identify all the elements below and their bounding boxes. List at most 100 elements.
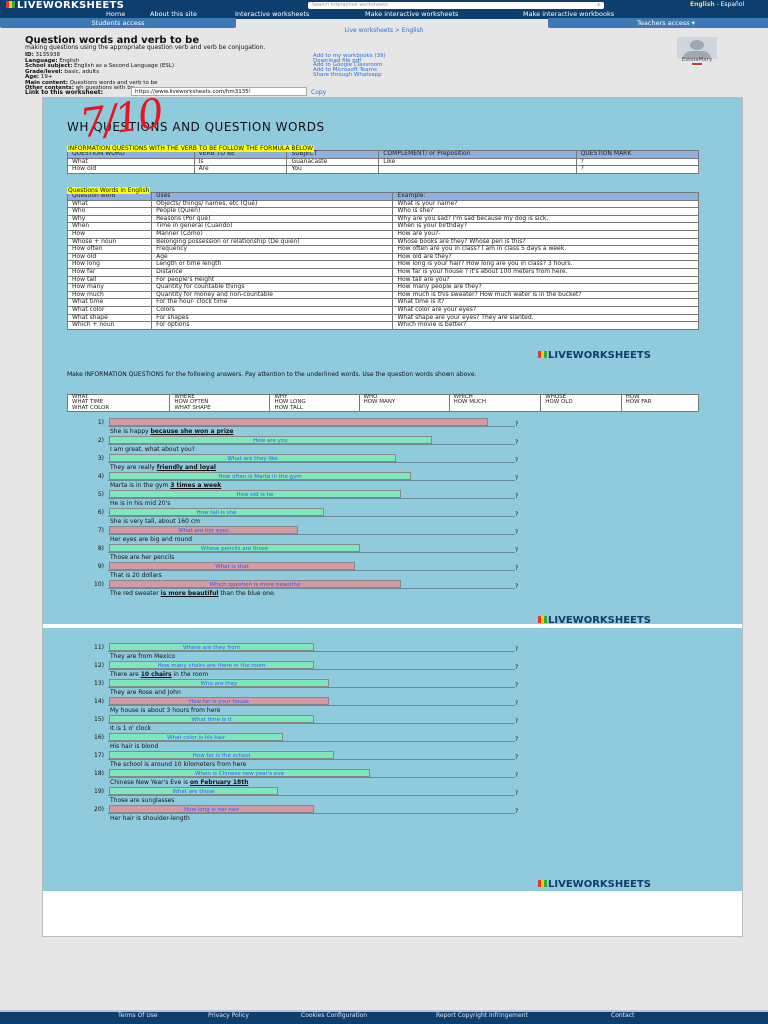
lang-spanish[interactable]: Español (721, 1, 745, 8)
nav-about[interactable]: About this site (150, 10, 197, 18)
answer-input[interactable]: How far is your house (109, 697, 329, 705)
sentence-text: She is very tall, about 160 cm (110, 518, 200, 525)
item-number: 17) (94, 752, 104, 759)
item-number: 18) (94, 770, 104, 777)
sentence-highlight: because she won a prize (150, 428, 234, 435)
formula-note-text: INFORMATION QUESTIONS WITH THE VERB TO B… (67, 145, 315, 152)
question-mark: ? (515, 808, 519, 815)
item-number: 7) (97, 527, 104, 534)
answer-sentence: My house is about 3 hours from here (110, 707, 220, 714)
answer-input[interactable]: What color is his hair (109, 733, 283, 741)
answer-line (108, 795, 515, 796)
table-row: What color Colors What color are your eyes… (66, 305, 699, 315)
word-bank-cell: WHAT COLOR (66, 405, 171, 413)
table-row: How far Distance How far is your house ? i… (66, 267, 699, 277)
footer (0, 1010, 768, 1024)
sentence-text: His hair is blond (110, 743, 159, 750)
question-mark: ? (515, 475, 519, 482)
answer-line (108, 426, 515, 427)
question-mark: ? (515, 565, 519, 572)
answer-input[interactable]: Who are they (109, 679, 329, 687)
language-switch[interactable]: English - Español (690, 1, 744, 8)
word-bank-cell: WHAT SHAPE (169, 405, 271, 413)
sentence-highlight: friendly and loyal (156, 464, 216, 471)
nav-interactive-worksheets[interactable]: Interactive worksheets (235, 10, 309, 18)
table-row: Which + noun For options Which movie is be… (66, 321, 699, 330)
footer-privacy[interactable]: Privacy Policy (208, 1012, 249, 1019)
table-cell: For the hour- clock time (151, 298, 394, 307)
question-words-label: Questions Words in English (67, 183, 151, 194)
answer-line (108, 588, 515, 589)
question-mark: ? (515, 718, 519, 725)
answer-input[interactable]: What are those (109, 787, 278, 795)
answer-line (108, 813, 515, 814)
table-cell: ? (575, 165, 700, 174)
search-icon[interactable]: ⌕ (597, 2, 600, 9)
nav-home[interactable]: Home (106, 10, 125, 18)
table-cell: Length or time length (151, 260, 394, 269)
action-link[interactable]: Share through Whatsapp (313, 72, 382, 78)
table-cell (378, 165, 577, 174)
answer-input[interactable]: How often is Marta in the gym (109, 472, 411, 480)
word-bank-table: WHAT WHERE WHY WHO WHICH WHOSE HOW WHAT TIME HOW… (66, 394, 700, 413)
answer-input[interactable]: What are her eyes (109, 526, 298, 534)
footer-contact[interactable]: Contact (611, 1012, 634, 1019)
search-placeholder: Search interactive worksheets (312, 2, 388, 8)
footer-terms[interactable]: Terms Of Use (118, 1012, 158, 1019)
table-cell: What is your name? (392, 199, 699, 209)
answer-sentence: It is 1 o' clock (110, 725, 151, 732)
question-mark: ? (515, 646, 519, 653)
table-cell: How far (66, 267, 153, 277)
answer-input[interactable]: How far is the school (109, 751, 334, 759)
copy-link-button[interactable]: Copy (311, 89, 326, 96)
item-number: 13) (94, 680, 104, 687)
question-mark: ? (515, 700, 519, 707)
breadcrumb[interactable]: Live worksheets > English (0, 27, 768, 34)
answer-input[interactable]: Where are they from (109, 643, 314, 651)
table-cell: You (286, 165, 380, 174)
footer-cookies[interactable]: Cookies Configuration (301, 1012, 367, 1019)
word-bank-cell (540, 405, 622, 413)
nav-make-workbooks[interactable]: Make interactive workbooks (523, 10, 614, 18)
sentence-highlight: is more beautiful (160, 590, 219, 597)
question-mark: ? (515, 421, 519, 428)
answer-input[interactable]: Whose pencils are those (109, 544, 360, 552)
table-row: What Is Guanacaste Like? (67, 157, 700, 166)
footer-report[interactable]: Report Copyright Infringement (436, 1012, 528, 1019)
answer-line (108, 552, 515, 553)
lang-english[interactable]: English (690, 1, 715, 8)
answer-sentence: Her hair is shoulder-length (110, 815, 190, 822)
flag-icon (692, 63, 702, 67)
sentence-highlight: 10 chairs (140, 671, 172, 678)
answer-input[interactable]: How many chairs are there in the room (109, 661, 314, 669)
answer-sentence: The school is around 10 kilometers from … (110, 761, 246, 768)
sentence-highlight: on February 18th (189, 779, 249, 786)
item-number: 19) (94, 788, 104, 795)
word-bank-cell: HOW TALL (269, 405, 360, 413)
answer-line (108, 534, 515, 535)
answer-input[interactable]: What are they like (109, 454, 396, 462)
answer-input[interactable]: What is that (109, 562, 355, 570)
nav-make-worksheets[interactable]: Make interactive worksheets (365, 10, 458, 18)
answer-input[interactable]: How are you (109, 436, 432, 444)
author-avatar[interactable] (677, 37, 717, 59)
sentence-text: I am great, what about you? (110, 446, 195, 453)
answer-input[interactable]: What time is it (109, 715, 314, 723)
answer-sentence: Marta is in the gym 3 times a week (110, 482, 221, 489)
question-mark: ? (515, 529, 519, 536)
answer-sentence: She is very tall, about 160 cm (110, 518, 200, 525)
item-number: 15) (94, 716, 104, 723)
table-cell: Distance (151, 267, 394, 277)
score-mark: 7/10 (77, 90, 165, 148)
answer-sentence: They are from Mexico (110, 653, 175, 660)
table-cell: What color (66, 305, 153, 315)
answer-input[interactable] (109, 418, 488, 426)
answer-sentence: He is in his mid 20's (110, 500, 170, 507)
search-input[interactable]: Search interactive worksheets ⌕ (308, 2, 604, 9)
answer-input[interactable]: Which question is more beautiful (109, 580, 401, 588)
brand-logo: LIVEWORKSHEETS (538, 350, 651, 361)
answer-input[interactable]: How tall is she (109, 508, 324, 516)
answer-input[interactable]: How long is her hair (109, 805, 314, 813)
answer-input[interactable]: How old is he (109, 490, 401, 498)
answer-input[interactable]: When is Chinese new year's eve (109, 769, 370, 777)
